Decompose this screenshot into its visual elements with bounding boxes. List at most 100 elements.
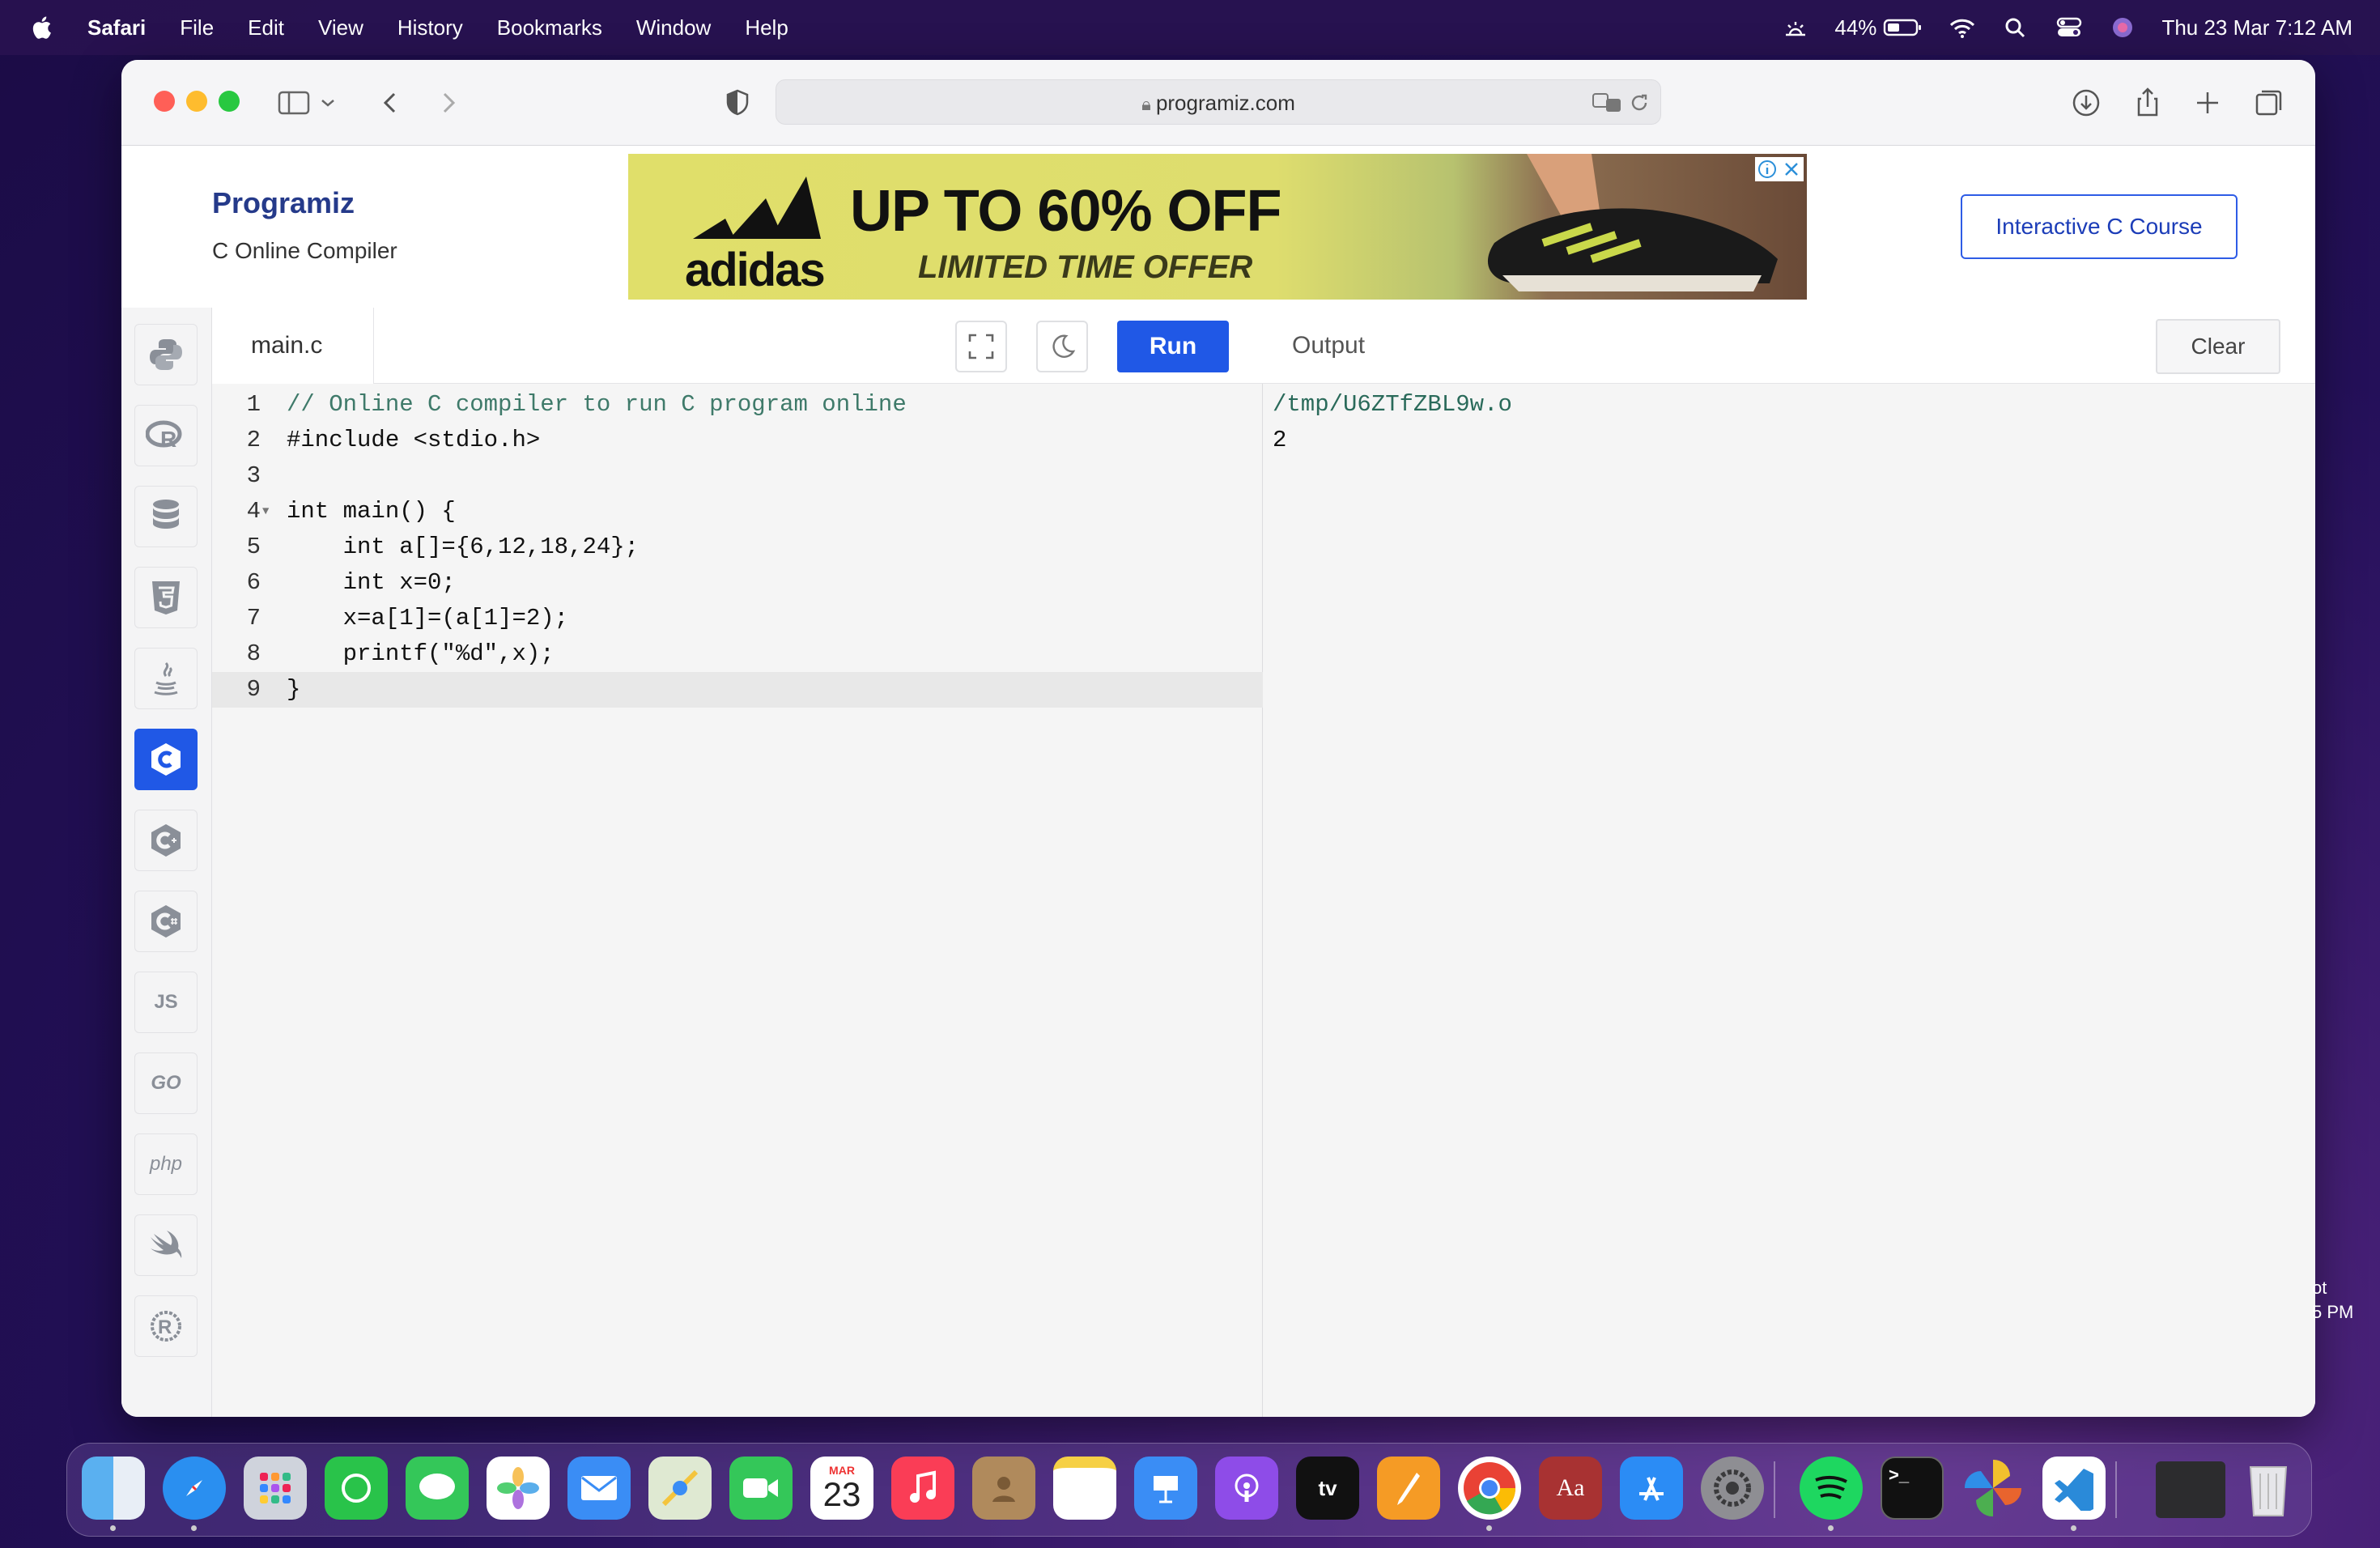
lang-r[interactable]: R [134, 405, 198, 466]
ad-subline: LIMITED TIME OFFER [918, 249, 1253, 285]
code-line: 4 ▼ int main() { [212, 494, 1263, 529]
settings-icon[interactable] [1701, 1457, 1764, 1520]
advertisement-banner[interactable]: adidas UP TO 60% OFF LIMITED TIME OFFER [628, 154, 1807, 300]
lang-sql[interactable] [134, 486, 198, 547]
js-icon: JS [154, 991, 178, 1013]
file-tab-main-c[interactable]: main.c [212, 308, 374, 384]
terminal-icon[interactable]: >_ [1881, 1457, 1944, 1520]
wifi-icon[interactable] [1948, 15, 1977, 40]
lang-go[interactable]: GO [134, 1053, 198, 1114]
lang-php[interactable]: php [134, 1133, 198, 1195]
address-bar[interactable]: 🔒︎ programiz.com [776, 79, 1661, 125]
lang-rust[interactable]: R [134, 1295, 198, 1357]
launchpad-icon[interactable] [244, 1457, 307, 1520]
notes-icon[interactable] [1053, 1457, 1116, 1520]
reload-icon[interactable] [1628, 91, 1651, 114]
interactive-course-button[interactable]: Interactive C Course [1961, 194, 2238, 259]
contacts-icon[interactable] [972, 1457, 1035, 1520]
dictionary-icon[interactable]: Aa [1539, 1457, 1602, 1520]
lang-html[interactable] [134, 567, 198, 628]
sidebar-toggle-icon[interactable] [275, 84, 312, 121]
facetime-icon[interactable] [729, 1457, 793, 1520]
lang-python[interactable] [134, 324, 198, 385]
menubar-clock[interactable]: Thu 23 Mar 7:12 AM [2161, 15, 2352, 40]
code-line: 6 int x=0; [212, 565, 1263, 601]
whatsapp-icon[interactable] [325, 1457, 388, 1520]
pinwheel-icon[interactable] [1961, 1457, 2025, 1520]
spotify-icon[interactable] [1800, 1457, 1863, 1531]
close-window-button[interactable] [154, 91, 175, 112]
chrome-icon[interactable] [1458, 1457, 1521, 1531]
fold-arrow-icon[interactable]: ▼ [262, 494, 269, 529]
output-panel: Output Clear /tmp/U6ZTfZBL9w.o 2 [1263, 308, 2315, 1417]
lang-cpp[interactable] [134, 810, 198, 871]
menu-file[interactable]: File [180, 15, 214, 40]
vscode-icon[interactable] [2042, 1457, 2106, 1531]
run-button[interactable]: Run [1117, 321, 1229, 372]
forward-arrow-icon[interactable] [429, 84, 466, 121]
battery-icon[interactable] [1883, 15, 1923, 40]
back-arrow-icon[interactable] [372, 84, 410, 121]
clear-button[interactable]: Clear [2156, 319, 2280, 374]
menu-edit[interactable]: Edit [248, 15, 284, 40]
safari-icon[interactable] [163, 1457, 226, 1531]
trash-icon[interactable] [2237, 1457, 2300, 1520]
svg-text:R: R [160, 427, 176, 452]
menu-view[interactable]: View [318, 15, 363, 40]
code-area[interactable]: 1// Online C compiler to run C program o… [212, 387, 1263, 708]
music-icon[interactable] [891, 1457, 954, 1520]
adidas-logo-icon [693, 176, 821, 239]
lang-csharp[interactable] [134, 891, 198, 952]
menu-window[interactable]: Window [636, 15, 711, 40]
messages-icon[interactable] [406, 1457, 469, 1520]
minimize-window-button[interactable] [186, 91, 207, 112]
html5-icon [152, 581, 180, 615]
new-tab-icon[interactable] [2189, 84, 2226, 121]
translate-icon[interactable] [1591, 90, 1623, 116]
appstore-icon[interactable] [1620, 1457, 1683, 1520]
ad-close-controls[interactable] [1755, 157, 1804, 181]
ad-info-icon[interactable] [1757, 159, 1778, 180]
lang-c[interactable] [134, 729, 198, 790]
privacy-shield-icon[interactable] [719, 84, 756, 121]
lang-java[interactable] [134, 648, 198, 709]
fullscreen-button[interactable] [955, 321, 1007, 372]
pages-icon[interactable] [1377, 1457, 1440, 1520]
window-thumb-icon[interactable] [2156, 1461, 2225, 1518]
podcasts-icon[interactable] [1215, 1457, 1278, 1520]
calendar-icon[interactable]: MAR 23 [810, 1457, 873, 1520]
dock-divider [2115, 1461, 2117, 1518]
apple-logo-icon[interactable] [29, 14, 57, 41]
zoom-window-button[interactable] [219, 91, 240, 112]
go-icon: GO [151, 1072, 181, 1094]
lang-javascript[interactable]: JS [134, 972, 198, 1033]
menu-bookmarks[interactable]: Bookmarks [497, 15, 602, 40]
siri-icon[interactable] [2108, 15, 2137, 40]
control-center-icon[interactable] [2055, 15, 2084, 40]
desktop-file-label[interactable]: ot 5 PM [2312, 1276, 2353, 1325]
brightness-icon[interactable] [1781, 15, 1810, 40]
downloads-icon[interactable] [2068, 84, 2105, 121]
menu-history[interactable]: History [397, 15, 463, 40]
svg-text:R: R [158, 1316, 172, 1338]
maps-icon[interactable] [648, 1457, 712, 1520]
photos-icon[interactable] [487, 1457, 550, 1520]
dark-mode-button[interactable] [1036, 321, 1088, 372]
chevron-down-icon[interactable] [316, 84, 340, 121]
share-icon[interactable] [2129, 84, 2166, 121]
appletv-icon[interactable]: tv [1296, 1457, 1359, 1520]
menu-help[interactable]: Help [745, 15, 788, 40]
lang-swift[interactable] [134, 1214, 198, 1276]
programiz-logo[interactable]: Programiz [212, 186, 355, 220]
menu-safari[interactable]: Safari [87, 15, 146, 40]
editor-header: main.c Run [212, 308, 1263, 384]
ad-close-icon[interactable] [1781, 159, 1802, 180]
sneaker-image [1487, 154, 1778, 291]
cpp-icon [151, 824, 181, 857]
mail-icon[interactable] [567, 1457, 631, 1520]
output-console[interactable]: /tmp/U6ZTfZBL9w.o 2 [1273, 387, 1512, 458]
spotlight-search-icon[interactable] [2001, 15, 2030, 40]
finder-icon[interactable] [82, 1457, 145, 1531]
keynote-icon[interactable] [1134, 1457, 1197, 1520]
tab-overview-icon[interactable] [2250, 84, 2288, 121]
